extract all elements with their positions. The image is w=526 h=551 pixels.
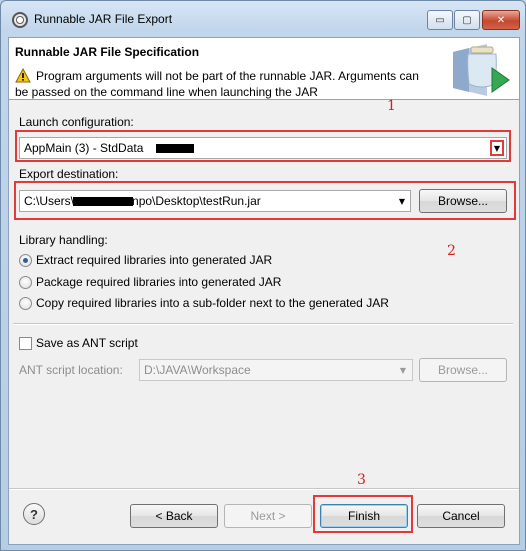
ant-script-location-input[interactable]: D:\JAVA\Workspace ▼ <box>139 359 413 381</box>
annotation-number-3: 3 <box>357 472 366 488</box>
radio-extract-libraries[interactable]: Extract required libraries into generate… <box>19 253 272 267</box>
export-destination-label: Export destination: <box>19 167 119 181</box>
close-button[interactable]: ✕ <box>482 10 520 30</box>
export-destination-suffix: npo\Desktop\testRun.jar <box>132 194 261 208</box>
maximize-button[interactable]: ▢ <box>454 10 480 30</box>
help-icon[interactable]: ? <box>23 503 45 525</box>
back-button[interactable]: < Back <box>130 504 218 528</box>
export-destination-input[interactable]: C:\Users\ npo\Desktop\testRun.jar ▼ <box>19 190 411 212</box>
library-handling-label: Library handling: <box>19 233 108 247</box>
radio-package-libraries[interactable]: Package required libraries into generate… <box>19 275 281 289</box>
chevron-down-icon[interactable]: ▼ <box>490 140 504 156</box>
chevron-down-icon[interactable]: ▼ <box>395 193 409 209</box>
jar-export-banner-icon <box>453 44 510 96</box>
ant-browse-button[interactable]: Browse... <box>419 358 507 382</box>
radio-unselected-icon[interactable] <box>19 296 32 310</box>
dialog-client-area: Runnable JAR File Specification Program … <box>8 37 520 545</box>
wizard-header: Runnable JAR File Specification Program … <box>9 38 519 100</box>
launch-configuration-value: AppMain (3) - StdData <box>24 141 144 155</box>
redacted-text <box>73 197 133 206</box>
annotation-number-1: 1 <box>387 98 396 114</box>
redacted-text <box>156 144 194 153</box>
radio-unselected-icon[interactable] <box>19 275 32 289</box>
page-title: Runnable JAR File Specification <box>15 45 200 59</box>
next-button[interactable]: Next > <box>224 504 312 528</box>
window-title: Runnable JAR File Export <box>34 12 173 26</box>
separator <box>13 323 513 325</box>
footer-separator <box>9 488 519 490</box>
cancel-button[interactable]: Cancel <box>417 504 505 528</box>
warning-message: Program arguments will not be part of th… <box>15 69 419 99</box>
launch-configuration-select[interactable]: AppMain (3) - StdData ▼ <box>19 137 507 159</box>
save-ant-script-label: Save as ANT script <box>36 336 138 350</box>
export-destination-prefix: C:\Users\ <box>24 194 75 208</box>
radio-extract-label: Extract required libraries into generate… <box>36 253 273 267</box>
eclipse-app-icon <box>12 12 28 28</box>
checkbox-icon[interactable] <box>19 336 32 350</box>
minimize-button[interactable]: ▭ <box>427 10 453 30</box>
radio-selected-icon[interactable] <box>19 253 32 267</box>
export-browse-button[interactable]: Browse... <box>419 189 507 213</box>
finish-button[interactable]: Finish <box>320 504 408 528</box>
radio-copy-label: Copy required libraries into a sub-folde… <box>36 296 389 310</box>
ant-script-location-value: D:\JAVA\Workspace <box>144 363 251 377</box>
save-ant-script-checkbox[interactable]: Save as ANT script <box>19 336 138 350</box>
chevron-down-icon[interactable]: ▼ <box>396 362 410 378</box>
annotation-number-2: 2 <box>447 243 456 259</box>
export-dialog-window: Runnable JAR File Export ▭ ▢ ✕ Runnable … <box>0 0 526 551</box>
ant-script-location-label: ANT script location: <box>19 363 123 377</box>
launch-configuration-label: Launch configuration: <box>19 115 134 129</box>
radio-copy-libraries[interactable]: Copy required libraries into a sub-folde… <box>19 296 389 310</box>
title-bar[interactable]: Runnable JAR File Export ▭ ▢ ✕ <box>1 1 525 37</box>
radio-package-label: Package required libraries into generate… <box>36 275 282 289</box>
